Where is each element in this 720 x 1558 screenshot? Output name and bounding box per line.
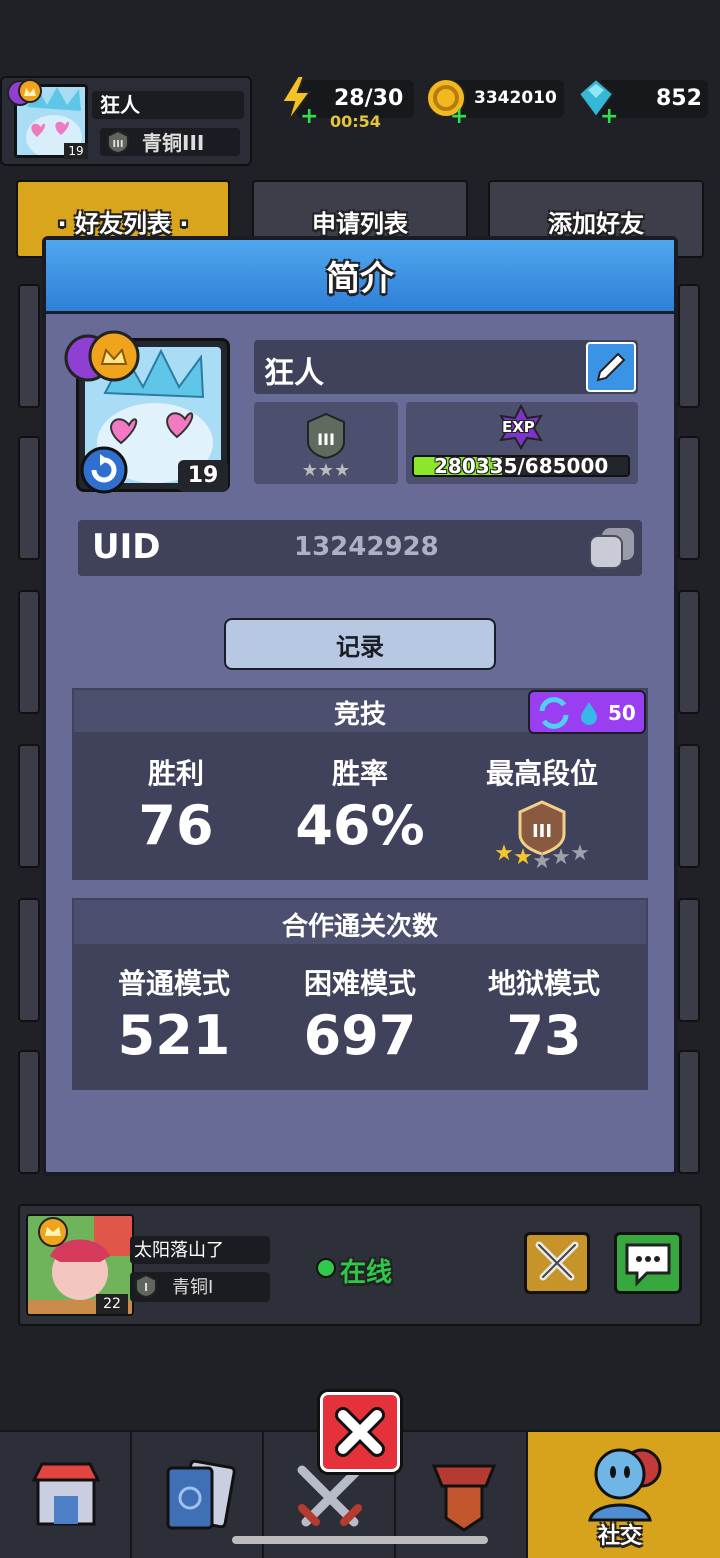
player-level-badge: 19 <box>64 143 88 159</box>
modal-title: 简介 <box>326 259 394 299</box>
svg-text:★: ★ <box>513 845 533 870</box>
shop-icon <box>31 1462 101 1526</box>
normal-mode-value: 521 <box>117 1004 231 1067</box>
banner-icon <box>431 1464 497 1532</box>
modal-header: 简介 <box>46 240 674 314</box>
coop-title: 合作通关次数 <box>281 912 438 942</box>
people-icon <box>588 1448 662 1522</box>
add-gold-icon[interactable]: + <box>450 106 468 128</box>
gem-value: 852 <box>656 86 702 111</box>
svg-text:I: I <box>144 1281 148 1294</box>
winrate-value: 46% <box>295 794 425 857</box>
gem-icon <box>581 702 597 725</box>
list-item-edge <box>18 590 40 714</box>
home-indicator <box>232 1536 488 1544</box>
friend-rank: 青铜I <box>172 1277 214 1298</box>
list-item-edge <box>678 1050 700 1174</box>
pencil-icon <box>596 352 626 382</box>
refresh-icon <box>539 697 569 729</box>
hell-mode-label: 地狱模式 <box>487 967 600 1000</box>
uid-value: 13242928 <box>294 532 439 562</box>
best-rank-icon: III ★ ★ ★ ★ ★ <box>490 800 594 878</box>
svg-text:★: ★ <box>551 845 571 870</box>
profile-name: 狂人 <box>264 356 324 391</box>
svg-text:★★★: ★★★ <box>302 460 350 480</box>
normal-mode-label: 普通模式 <box>117 967 230 1000</box>
list-item-edge <box>678 744 700 868</box>
friend-name: 太阳落山了 <box>134 1240 224 1261</box>
nav-shop[interactable] <box>0 1432 132 1558</box>
list-item-edge <box>18 744 40 868</box>
add-gem-icon[interactable]: + <box>600 106 618 128</box>
list-item-edge <box>678 590 700 714</box>
copy-uid-button[interactable] <box>586 524 638 576</box>
svg-text:★: ★ <box>532 849 552 874</box>
list-item-edge <box>678 284 700 408</box>
svg-text:III: III <box>112 139 123 150</box>
hell-mode-value: 73 <box>506 1004 582 1067</box>
best-rank-label: 最高段位 <box>485 757 598 790</box>
svg-text:★: ★ <box>494 841 514 866</box>
win-label: 胜利 <box>147 757 204 790</box>
cards-icon <box>166 1459 236 1530</box>
friend-level-badge: 22 <box>96 1294 128 1314</box>
list-item-edge <box>678 436 700 560</box>
list-item-edge <box>18 1050 40 1174</box>
hard-mode-label: 困难模式 <box>303 967 416 1000</box>
reset-cost: 50 <box>608 701 636 725</box>
hard-mode-value: 697 <box>303 1004 417 1067</box>
refresh-badge-icon[interactable] <box>78 444 130 500</box>
crown-badge-icon <box>64 330 142 390</box>
crossed-swords-icon <box>535 1241 579 1281</box>
crown-badge-icon <box>36 1216 70 1252</box>
chat-button[interactable] <box>614 1232 682 1294</box>
uid-label: UID <box>92 527 161 567</box>
svg-text:★: ★ <box>570 841 590 866</box>
crown-badge-icon <box>6 78 42 108</box>
friend-status: 在线 <box>340 1258 393 1288</box>
exp-label: EXP <box>502 418 535 436</box>
chat-bubble-icon <box>625 1243 671 1287</box>
close-icon <box>335 1407 385 1457</box>
svg-text:III: III <box>317 430 335 449</box>
svg-text:III: III <box>532 821 552 842</box>
online-dot-icon <box>316 1258 336 1278</box>
player-rank-label: 青铜III <box>142 131 205 155</box>
record-button-label: 记录 <box>336 632 384 661</box>
rank-shield-icon: III ★★★ <box>302 410 350 484</box>
rank-shield-icon: I <box>134 1273 158 1302</box>
edit-name-button[interactable] <box>586 342 636 392</box>
nav-social[interactable]: 社交 <box>528 1432 720 1558</box>
reset-arena-button[interactable]: 50 <box>528 690 646 734</box>
player-name: 狂人 <box>100 93 140 117</box>
exp-text: 280335/685000 <box>434 454 609 478</box>
list-item-edge <box>18 284 40 408</box>
list-item-edge <box>678 898 700 1022</box>
win-value: 76 <box>138 794 214 857</box>
nav-social-label: 社交 <box>598 1524 643 1549</box>
energy-value: 28/30 <box>334 86 404 111</box>
record-button[interactable]: 记录 <box>224 618 496 670</box>
rank-shield-icon: III <box>106 129 130 158</box>
close-button[interactable] <box>320 1392 400 1472</box>
list-item-edge <box>18 436 40 560</box>
add-energy-icon[interactable]: + <box>300 106 318 128</box>
copy-icon <box>589 528 634 569</box>
list-item-edge <box>18 898 40 1022</box>
winrate-label: 胜率 <box>331 757 388 790</box>
battle-invite-button[interactable] <box>524 1232 590 1294</box>
gold-value: 3342010 <box>474 88 557 108</box>
profile-level-badge: 19 <box>178 460 228 492</box>
energy-timer: 00:54 <box>330 112 381 131</box>
